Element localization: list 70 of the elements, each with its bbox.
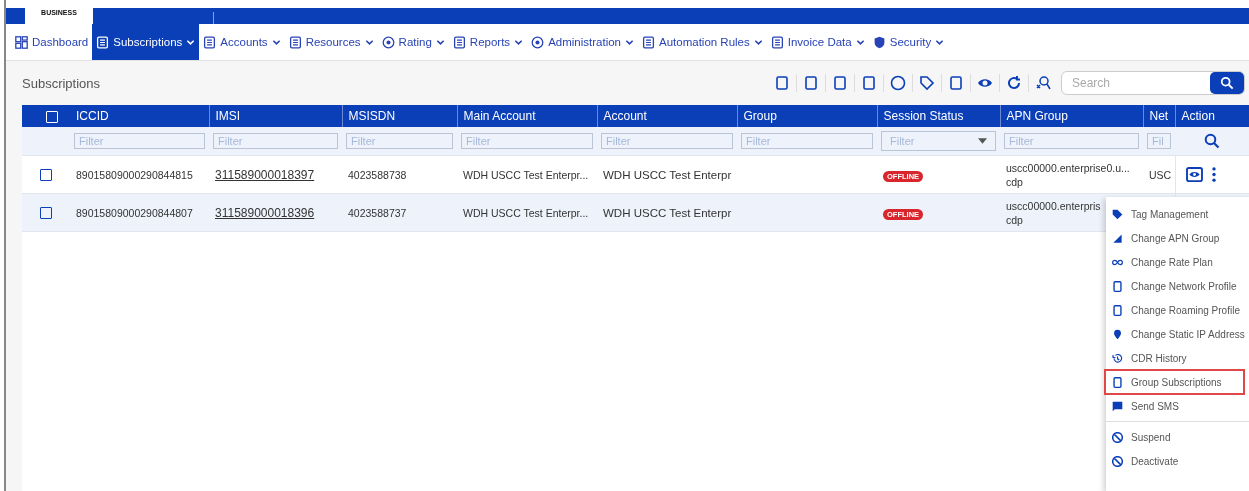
filter-field[interactable]: Filter — [741, 133, 873, 149]
table-cell: WDH USCC Test Enterpr — [603, 168, 732, 181]
nav-tab[interactable]: Subscriptions — [92, 24, 200, 60]
menu-item[interactable]: Change Network Profile — [1106, 275, 1249, 297]
phone-icon — [1112, 304, 1123, 316]
table-cell: WDH USCC Test Enterpr — [603, 206, 732, 219]
phone-icon — [1112, 280, 1123, 292]
nav-tab[interactable]: Rating — [377, 24, 449, 60]
column-header[interactable]: Group — [743, 109, 777, 123]
table-cell: WDH USCC Test Enterpr... — [463, 168, 589, 181]
table-cell: USC — [1149, 168, 1172, 181]
menu-item[interactable]: Change APN Group — [1106, 227, 1249, 249]
select-all-checkbox[interactable] — [46, 110, 58, 123]
dropdown-caret-icon — [978, 138, 987, 144]
search-button[interactable] — [1210, 72, 1244, 94]
menu-item[interactable]: Group Subscriptions — [1106, 371, 1243, 393]
filter-field[interactable]: Filter — [346, 133, 453, 149]
panel-title: Subscriptions — [22, 75, 101, 91]
nav-tab[interactable]: Automation Rules — [638, 24, 767, 60]
nav-tab[interactable]: Security — [868, 24, 949, 60]
grid-icon — [15, 35, 28, 49]
shield-icon — [872, 35, 886, 49]
search-icon — [1220, 76, 1234, 90]
search-icon[interactable] — [1204, 133, 1220, 149]
search-clear-icon[interactable] — [1035, 75, 1051, 91]
more-options-icon[interactable] — [1211, 167, 1216, 182]
nav-tab[interactable]: Dashboard — [11, 24, 93, 60]
row-checkbox[interactable] — [40, 207, 52, 220]
block-icon — [1112, 431, 1123, 443]
nav-tab[interactable]: Resources — [284, 24, 378, 60]
signal-icon — [1112, 232, 1123, 244]
refresh-icon[interactable] — [1006, 75, 1022, 91]
table-cell: uscc00000.enterpris — [1006, 198, 1101, 213]
filter-field[interactable]: Fil — [1147, 133, 1171, 149]
table-cell: 4023588737 — [348, 206, 407, 219]
filter-field[interactable]: Filter — [213, 133, 338, 149]
nav-tab[interactable]: Accounts — [199, 24, 285, 60]
table-cell: 89015809000290844807 — [76, 206, 193, 219]
column-header[interactable]: ICCID — [76, 109, 109, 123]
imsi-link[interactable]: 311589000018397 — [215, 167, 315, 182]
menu-item[interactable]: Change Static IP Address — [1106, 323, 1249, 345]
filter-field[interactable]: Filter — [461, 133, 593, 149]
menu-item[interactable]: Send SMS — [1106, 395, 1249, 417]
column-header[interactable]: Account — [603, 109, 647, 123]
filter-field[interactable]: Filter — [601, 133, 733, 149]
menu-item[interactable]: Deactivate — [1106, 450, 1249, 472]
table-cell: 89015809000290844815 — [76, 168, 193, 181]
menu-item[interactable]: Tag Management — [1106, 203, 1249, 225]
filter-field[interactable]: Filter — [74, 133, 205, 149]
nav-tab[interactable]: Invoice Data — [766, 24, 869, 60]
tag-icon[interactable] — [919, 75, 935, 91]
tag-icon — [1112, 208, 1123, 220]
table-cell: WDH USCC Test Enterpr... — [463, 206, 589, 219]
table-cell: cdp — [1006, 174, 1023, 189]
column-header[interactable]: IMSI — [215, 109, 241, 123]
pin-icon — [1112, 328, 1123, 340]
row-checkbox[interactable] — [40, 169, 52, 182]
table-cell: 4023588738 — [348, 168, 407, 181]
nav-tab[interactable]: Administration — [527, 24, 638, 60]
filter-field[interactable]: Filter — [1004, 133, 1139, 149]
history-icon — [1112, 352, 1123, 364]
table-cell: uscc00000.enterprise0.u... — [1006, 160, 1130, 175]
table-cell: cdp — [1006, 212, 1023, 227]
menu-item[interactable]: Change Roaming Profile — [1106, 299, 1249, 321]
nav-tab[interactable]: Reports — [448, 24, 528, 60]
block-icon — [1112, 455, 1123, 467]
menu-item[interactable]: Change Rate Plan — [1106, 251, 1249, 273]
view-icon[interactable] — [1185, 167, 1203, 182]
menu-item[interactable]: CDR History — [1106, 347, 1249, 369]
menu-item[interactable]: Suspend — [1106, 421, 1249, 448]
